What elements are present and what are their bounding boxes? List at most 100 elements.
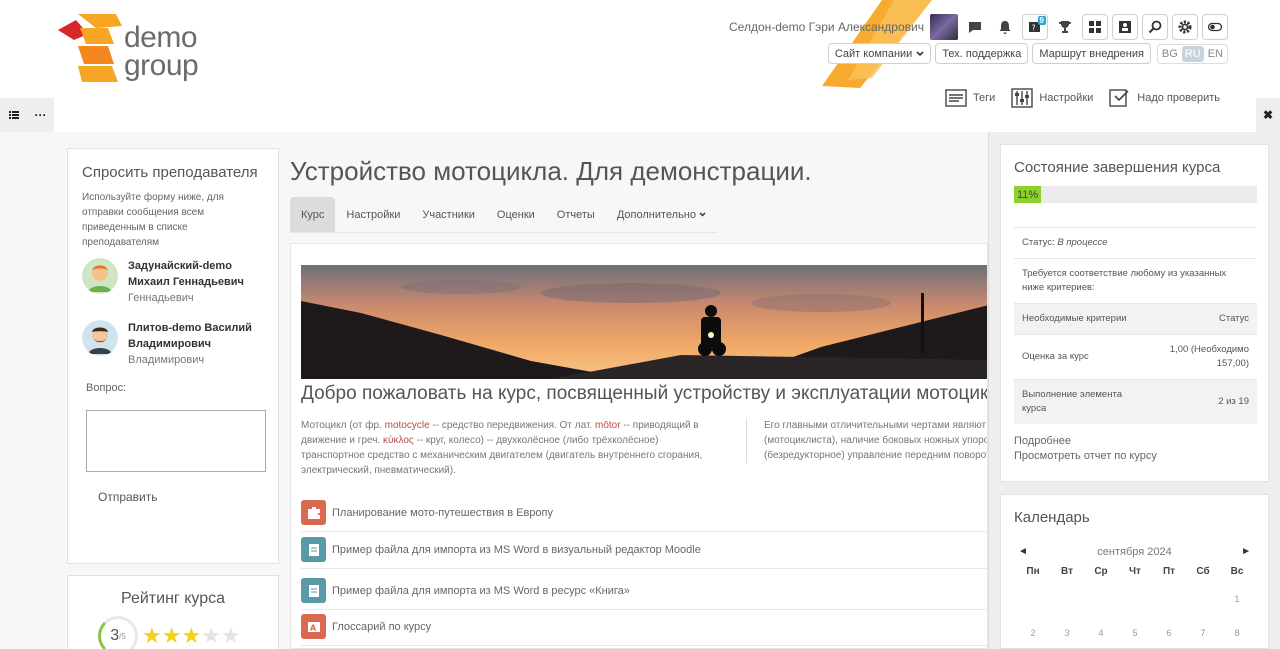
calendar-day[interactable]: 5 [1118, 616, 1152, 649]
teacher-subtitle: Геннадьевич [128, 292, 194, 304]
gear-icon[interactable] [1172, 14, 1198, 40]
completion-progress-label: 11% [1017, 188, 1039, 201]
desc-word-2: mōtor [595, 420, 621, 431]
tab-grades[interactable]: Оценки [486, 197, 546, 232]
left-drawer-toggles: ··· [0, 98, 54, 132]
activity-item[interactable]: Пример файла для импорта из MS Word в ви… [301, 531, 987, 569]
svg-text:A: A [310, 623, 317, 632]
tab-more[interactable]: Дополнительно [606, 197, 717, 232]
support-button[interactable]: Тех. поддержка [935, 43, 1029, 64]
criteria-row: Выполнение элемента курса 2 из 19 [1014, 379, 1257, 424]
company-site-dropdown[interactable]: Сайт компании [827, 43, 932, 64]
status-header: Статус [1140, 303, 1257, 335]
desc-word-1: motocycle [384, 420, 430, 431]
language-switcher: BG RU EN [1156, 43, 1228, 64]
tags-tool[interactable]: Теги [945, 88, 995, 108]
activity-item[interactable]: Планирование мото-путешествия в Европу [301, 494, 987, 532]
notification-badge: 9 [1037, 16, 1046, 25]
tab-participants-label: Участники [422, 208, 475, 221]
dashboard-grid-icon[interactable] [1082, 14, 1108, 40]
calendar-day[interactable]: 3 [1050, 616, 1084, 649]
calendar-prev-icon[interactable]: ◄ [1018, 546, 1028, 558]
user-name[interactable]: Селдон-demo Гэри Александрович [729, 20, 924, 34]
tab-participants[interactable]: Участники [411, 197, 486, 232]
desc-right-line-2: (мотоциклиста), наличие боковых ножных у… [764, 435, 988, 446]
calendar-day[interactable]: 2 [1016, 616, 1050, 649]
tab-reports-label: Отчеты [556, 208, 595, 221]
teacher-name: Плитов-demo Василий Владимирович [128, 322, 252, 350]
tab-more-label: Дополнительно [616, 208, 696, 221]
review-label: Надо проверить [1137, 92, 1220, 104]
chat-icon[interactable] [962, 14, 988, 40]
star-icon[interactable]: ★ [162, 623, 182, 648]
help-badge-icon[interactable]: ? 9 [1022, 14, 1048, 40]
calendar-next-icon[interactable]: ► [1241, 546, 1251, 558]
completion-status-row: Статус: В процессе [1014, 227, 1255, 258]
lang-en[interactable]: EN [1205, 46, 1226, 62]
criteria-header-row: Необходимые критерии Статус [1014, 303, 1257, 335]
star-icon[interactable]: ★ [221, 623, 241, 648]
more-icon[interactable]: ··· [27, 98, 54, 132]
close-icon[interactable]: ✖ [1256, 98, 1280, 132]
teacher-item[interactable]: Плитов-demo Василий Владимирович Владими… [82, 320, 264, 368]
calendar-day[interactable]: 8 [1220, 616, 1254, 649]
tags-label: Теги [972, 92, 996, 104]
calendar-day[interactable]: 4 [1084, 616, 1118, 649]
user-avatar[interactable] [930, 14, 958, 40]
bell-icon[interactable] [992, 14, 1018, 40]
calendar-day[interactable]: 1 [1220, 582, 1254, 616]
desc-text-1: Мотоцикл (от фр. [301, 420, 385, 431]
company-logo[interactable]: demo group [56, 14, 216, 86]
calendar-day[interactable] [1016, 582, 1050, 616]
course-description-right: Его главными отличительными чертами явля… [746, 418, 988, 463]
route-button[interactable]: Маршрут внедрения [1032, 43, 1151, 64]
calendar-day[interactable]: 6 [1152, 616, 1186, 649]
completion-report-link[interactable]: Просмотреть отчет по курсу [1014, 449, 1255, 464]
calendar-day[interactable] [1118, 582, 1152, 616]
question-textarea[interactable] [86, 410, 266, 472]
document-icon [301, 537, 326, 562]
calendar-day[interactable] [1152, 582, 1186, 616]
lang-bg[interactable]: BG [1159, 46, 1181, 62]
user-menu-row: Селдон-demo Гэри Александрович ? 9 [729, 13, 1228, 41]
calendar-day[interactable] [1050, 582, 1084, 616]
activity-item[interactable]: A Глоссарий по курсу [301, 608, 987, 646]
teacher-avatar [82, 320, 118, 356]
send-button[interactable]: Отправить [98, 490, 158, 504]
completion-more-link[interactable]: Подробнее [1014, 434, 1255, 449]
calendar-day[interactable]: 7 [1186, 616, 1220, 649]
star-icon[interactable]: ★ [181, 623, 201, 648]
calendar-day[interactable] [1084, 582, 1118, 616]
status-label: Статус: [1022, 237, 1055, 248]
teacher-subtitle: Владимирович [128, 354, 205, 366]
teacher-item[interactable]: Задунайский-demo Михаил Геннадьевич Генн… [82, 258, 264, 306]
lang-ru[interactable]: RU [1181, 45, 1204, 62]
toggle-icon[interactable] [1202, 14, 1228, 40]
weekday-header: Вт [1061, 566, 1073, 577]
settings-tool[interactable]: Настройки [1011, 88, 1093, 108]
tab-course[interactable]: Курс [290, 197, 336, 232]
logo-mark-icon [58, 14, 122, 82]
calendar-day[interactable] [1186, 582, 1220, 616]
search-icon[interactable] [1142, 14, 1168, 40]
list-icon[interactable] [0, 98, 27, 132]
desc-word-3: κύκλος [383, 435, 414, 446]
criteria-cell: Выполнение элемента курса [1014, 379, 1141, 424]
ask-teacher-title: Спросить преподавателя [82, 164, 258, 181]
calendar-month: сентября 2024 [1097, 546, 1172, 558]
motorcycle-hero-image [301, 265, 987, 379]
review-tool[interactable]: Надо проверить [1109, 88, 1220, 108]
star-icon[interactable]: ★ [142, 623, 162, 648]
user-card-icon[interactable] [1112, 14, 1138, 40]
trophy-icon[interactable] [1052, 14, 1078, 40]
weekday-header: Чт [1129, 566, 1141, 577]
star-icon[interactable]: ★ [201, 623, 221, 648]
activity-item[interactable]: Пример файла для импорта из MS Word в ре… [301, 572, 987, 610]
activity-label: Пример файла для импорта из MS Word в ре… [332, 584, 630, 597]
desc-right-line-1: Его главными отличительными чертами явля… [764, 420, 987, 431]
tab-reports[interactable]: Отчеты [546, 197, 606, 232]
tab-settings[interactable]: Настройки [335, 197, 411, 232]
document-icon [301, 578, 326, 603]
course-content: Добро пожаловать на курс, посвященный ус… [290, 243, 988, 649]
completion-title: Состояние завершения курса [1014, 159, 1221, 176]
